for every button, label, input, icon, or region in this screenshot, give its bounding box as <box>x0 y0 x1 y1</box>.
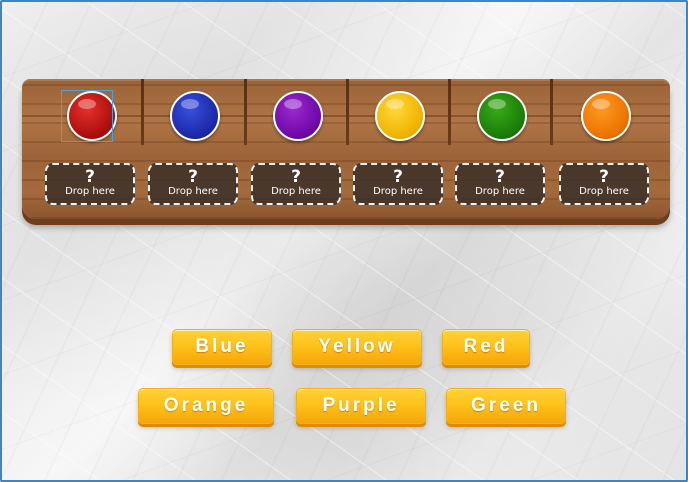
word-tile-green[interactable]: Green <box>446 388 566 424</box>
drop-zone-label: Drop here <box>579 186 629 197</box>
drop-question-mark: ? <box>599 167 609 187</box>
drop-zone-label: Drop here <box>373 186 423 197</box>
blue-ball[interactable] <box>170 91 220 141</box>
purple-ball[interactable] <box>273 91 323 141</box>
selection-outline <box>61 90 113 142</box>
drop-zone-blue[interactable]: ? Drop here <box>148 163 238 205</box>
color-slot-blue: ? Drop here <box>141 79 245 219</box>
drop-question-mark: ? <box>85 167 95 187</box>
drop-question-mark: ? <box>495 167 505 187</box>
drop-question-mark: ? <box>188 167 198 187</box>
drop-zone-label: Drop here <box>168 186 218 197</box>
color-slot-red: ? Drop here <box>38 79 142 219</box>
drop-question-mark: ? <box>393 167 403 187</box>
orange-ball[interactable] <box>581 91 631 141</box>
color-slot-orange: ? Drop here <box>552 79 656 219</box>
word-tile-orange[interactable]: Orange <box>138 388 274 424</box>
drop-zone-orange[interactable]: ? Drop here <box>559 163 649 205</box>
drop-zone-green[interactable]: ? Drop here <box>455 163 545 205</box>
yellow-ball[interactable] <box>375 91 425 141</box>
game-frame: ? Drop here ? Drop here ? Drop here ? Dr… <box>0 0 688 482</box>
drop-zone-label: Drop here <box>271 186 321 197</box>
word-tile-yellow[interactable]: Yellow <box>292 329 422 365</box>
drop-question-mark: ? <box>291 167 301 187</box>
green-ball[interactable] <box>477 91 527 141</box>
drop-zone-label: Drop here <box>65 186 115 197</box>
drop-zone-label: Drop here <box>475 186 525 197</box>
color-slot-purple: ? Drop here <box>244 79 348 219</box>
drop-zone-red[interactable]: ? Drop here <box>45 163 135 205</box>
wooden-board: ? Drop here ? Drop here ? Drop here ? Dr… <box>22 79 670 219</box>
word-tile-red[interactable]: Red <box>442 329 530 365</box>
color-slot-yellow: ? Drop here <box>346 79 450 219</box>
color-slot-green: ? Drop here <box>448 79 552 219</box>
drop-zone-purple[interactable]: ? Drop here <box>251 163 341 205</box>
word-tile-purple[interactable]: Purple <box>296 388 426 424</box>
word-tile-blue[interactable]: Blue <box>172 329 272 365</box>
drop-zone-yellow[interactable]: ? Drop here <box>353 163 443 205</box>
